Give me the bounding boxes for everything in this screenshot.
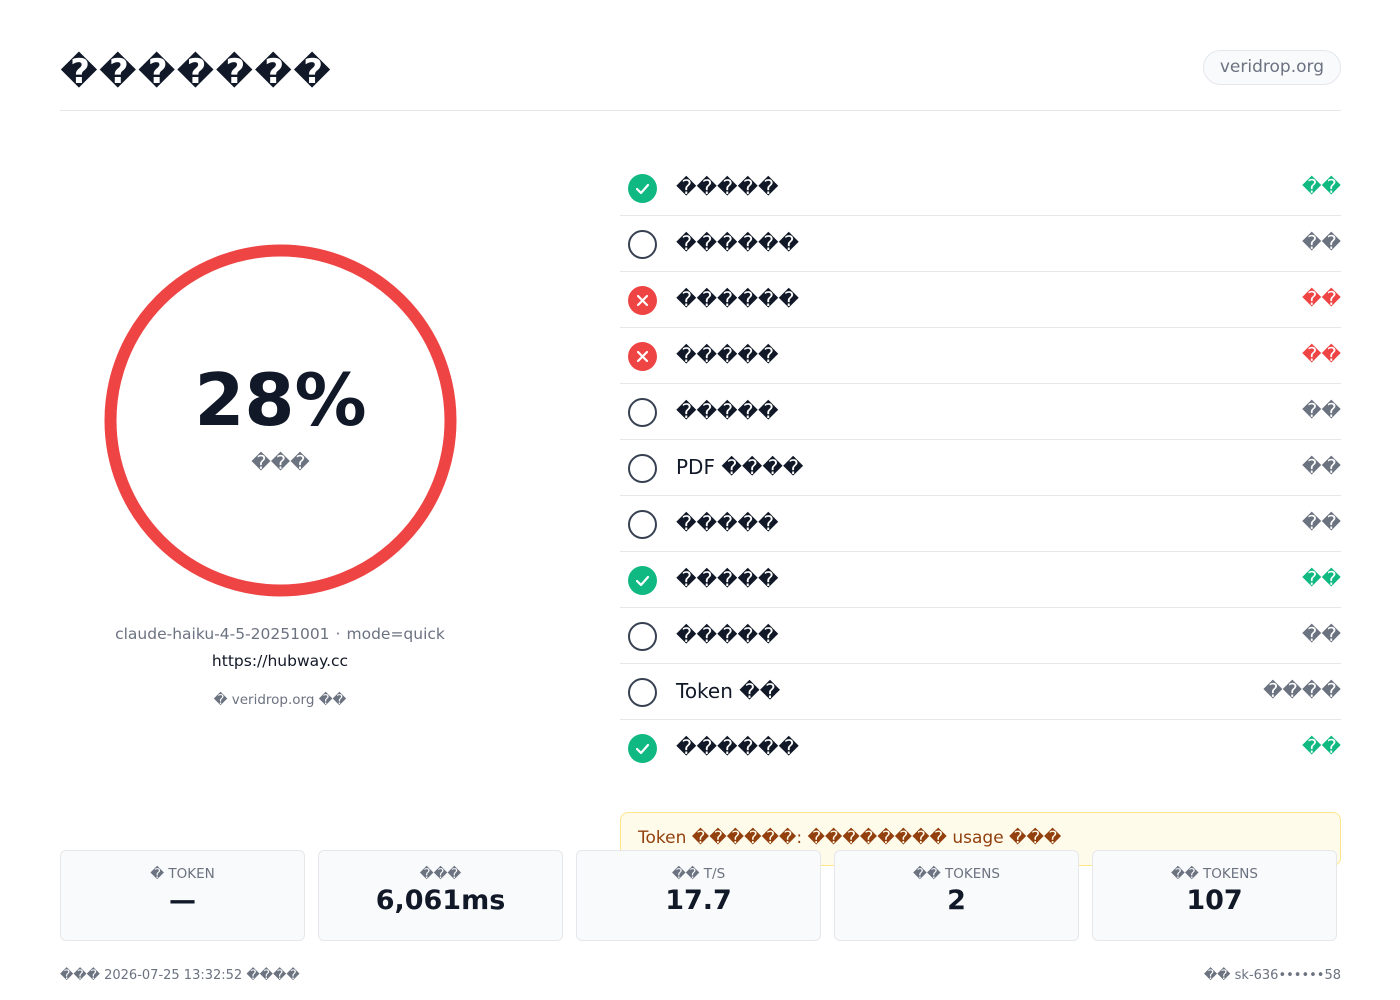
mode-value: mode=quick: [346, 625, 445, 643]
check-skip-icon: [628, 454, 657, 483]
footer-key: �� sk-636••••••58: [1203, 968, 1341, 983]
stat-label: �� TOKENS: [913, 866, 1000, 882]
model-line: claude-haiku-4-5-20251001 · mode=quick: [60, 625, 500, 643]
check-status: ��: [1302, 512, 1341, 534]
check-name: Token ��: [676, 679, 781, 703]
stat-card: � TOKEN —: [60, 850, 305, 941]
check-row: ����� ��: [620, 160, 1341, 216]
check-status: ����: [1263, 680, 1341, 702]
check-status: ��: [1302, 456, 1341, 478]
check-status: ��: [1302, 176, 1341, 198]
check-name: �����: [676, 343, 779, 367]
check-name: PDF ����: [676, 455, 804, 479]
stat-value: 107: [1186, 885, 1243, 916]
stat-value: 6,061ms: [375, 885, 506, 916]
model-name: claude-haiku-4-5-20251001: [115, 625, 330, 643]
endpoint-url[interactable]: https://hubway.cc: [60, 652, 500, 670]
stat-value: 2: [947, 885, 966, 916]
stat-label: �� TOKENS: [1171, 866, 1258, 882]
check-row: ����� ��: [620, 608, 1341, 664]
stat-value: 17.7: [665, 885, 732, 916]
check-status: ��: [1302, 232, 1341, 254]
score-value: 28%: [194, 358, 367, 442]
stat-label: �� T/S: [671, 866, 726, 882]
stats-row: � TOKEN — ��� 6,061ms �� T/S 17.7 �� TOKENS 2 ��…: [60, 850, 1341, 941]
check-skip-icon: [628, 622, 657, 651]
check-pass-icon: [628, 174, 657, 203]
score-gauge: 28% ���: [104, 244, 457, 597]
stat-value: —: [169, 885, 196, 916]
footer-timestamp: ��� 2026-07-25 13:32:52 ����: [60, 968, 300, 983]
meta-separator: ·: [335, 625, 341, 643]
score-label: ���: [251, 452, 310, 474]
credit-text: � veridrop.org ��: [213, 692, 347, 708]
check-row: ������ ��: [620, 272, 1341, 328]
check-status: ��: [1302, 288, 1341, 310]
check-name: ������: [676, 735, 800, 759]
stat-label: � TOKEN: [150, 866, 215, 882]
check-pass-icon: [628, 734, 657, 763]
check-name: �����: [676, 623, 779, 647]
check-name: �����: [676, 567, 779, 591]
check-fail-icon: [628, 286, 657, 315]
check-row: PDF ���� ��: [620, 440, 1341, 496]
check-status: ��: [1302, 400, 1341, 422]
check-row: ����� ��: [620, 552, 1341, 608]
check-fail-icon: [628, 342, 657, 371]
check-status: ��: [1302, 736, 1341, 758]
page-header: ������� veridrop.org: [60, 50, 1341, 111]
stat-card: �� TOKENS 2: [834, 850, 1079, 941]
check-row: Token �� ����: [620, 664, 1341, 720]
check-row: ������ ��: [620, 720, 1341, 776]
check-list: ����� �� ������ �� ������ �� ����� �� ����� �� PDF…: [620, 160, 1341, 776]
check-pass-icon: [628, 566, 657, 595]
domain-badge[interactable]: veridrop.org: [1202, 50, 1341, 85]
check-name: ������: [676, 287, 800, 311]
check-name: ������: [676, 231, 800, 255]
check-row: ����� ��: [620, 496, 1341, 552]
stat-card: ��� 6,061ms: [318, 850, 563, 941]
check-skip-icon: [628, 230, 657, 259]
check-name: �����: [676, 511, 779, 535]
stat-label: ���: [419, 866, 462, 882]
check-name: �����: [676, 399, 779, 423]
check-status: ��: [1302, 344, 1341, 366]
stat-card: �� T/S 17.7: [576, 850, 821, 941]
check-row: ������ ��: [620, 216, 1341, 272]
stat-card: �� TOKENS 107: [1092, 850, 1337, 941]
check-name: �����: [676, 175, 779, 199]
check-status: ��: [1302, 624, 1341, 646]
check-skip-icon: [628, 510, 657, 539]
test-meta: claude-haiku-4-5-20251001 · mode=quick htt…: [60, 625, 500, 708]
check-skip-icon: [628, 398, 657, 427]
check-row: ����� ��: [620, 328, 1341, 384]
check-status: ��: [1302, 568, 1341, 590]
check-skip-icon: [628, 678, 657, 707]
check-row: ����� ��: [620, 384, 1341, 440]
page-title: �������: [60, 52, 332, 92]
